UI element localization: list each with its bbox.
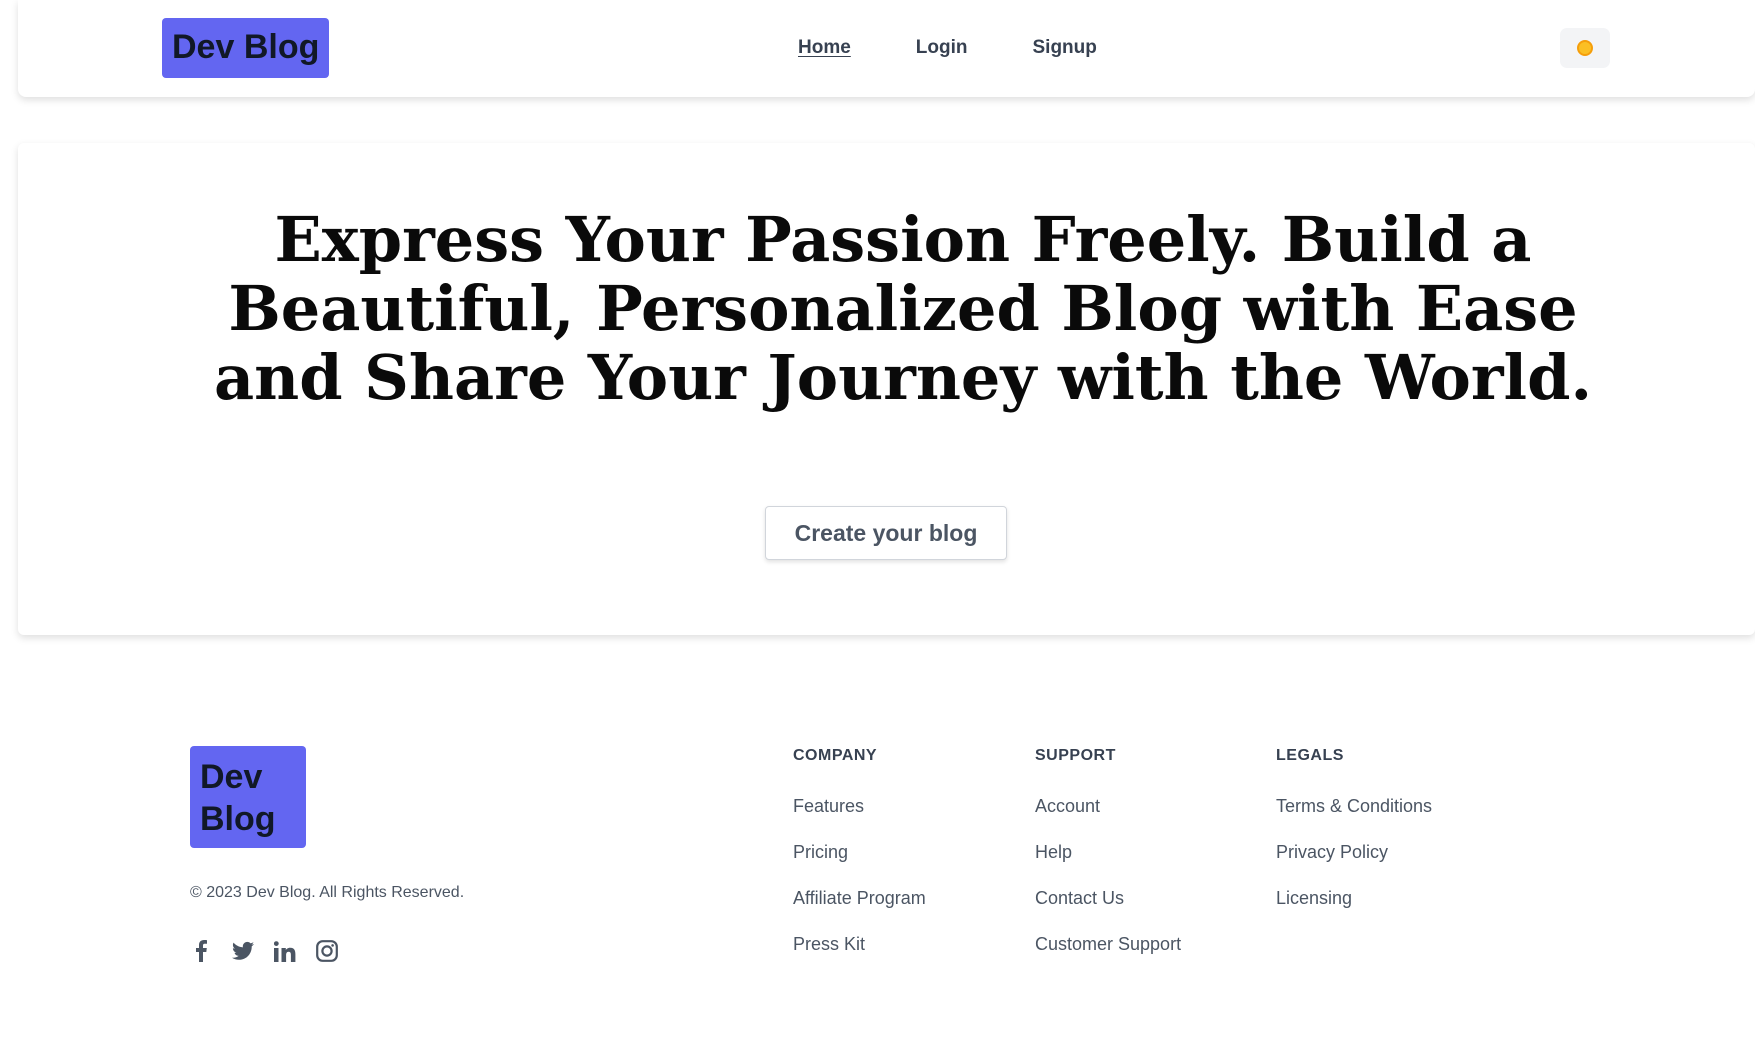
social-links <box>190 940 338 962</box>
footer-logo[interactable]: Dev Blog <box>190 746 306 848</box>
footer-column-title: SUPPORT <box>1035 747 1116 764</box>
copyright-text: © 2023 Dev Blog. All Rights Reserved. <box>190 884 465 901</box>
footer-link-customer-support[interactable]: Customer Support <box>1035 933 1181 955</box>
footer-link-press-kit[interactable]: Press Kit <box>793 933 926 955</box>
main-nav: Home Login Signup <box>798 36 1162 60</box>
twitter-icon[interactable] <box>232 940 254 962</box>
footer-column-support: SUPPORT Account Help Contact Us Customer… <box>1035 745 1181 979</box>
theme-toggle-button[interactable] <box>1560 28 1610 68</box>
hero-section: Express Your Passion Freely. Build a Bea… <box>18 143 1755 635</box>
footer-link-affiliate-program[interactable]: Affiliate Program <box>793 887 926 909</box>
footer-link-terms[interactable]: Terms & Conditions <box>1276 795 1432 817</box>
footer-link-help[interactable]: Help <box>1035 841 1181 863</box>
header-logo[interactable]: Dev Blog <box>162 18 330 78</box>
footer-link-privacy-policy[interactable]: Privacy Policy <box>1276 841 1432 863</box>
footer-column-company: COMPANY Features Pricing Affiliate Progr… <box>793 745 926 979</box>
instagram-icon[interactable] <box>316 940 338 962</box>
footer-link-account[interactable]: Account <box>1035 795 1181 817</box>
footer-column-legals: LEGALS Terms & Conditions Privacy Policy… <box>1276 745 1432 933</box>
footer-link-contact-us[interactable]: Contact Us <box>1035 887 1181 909</box>
nav-link-login[interactable]: Login <box>916 36 968 60</box>
footer-column-title: COMPANY <box>793 747 878 764</box>
nav-link-home[interactable]: Home <box>798 36 851 60</box>
linkedin-icon[interactable] <box>274 940 296 962</box>
footer-link-features[interactable]: Features <box>793 795 926 817</box>
hero-headline: Express Your Passion Freely. Build a Bea… <box>213 203 1593 414</box>
footer-link-licensing[interactable]: Licensing <box>1276 887 1432 909</box>
site-header: Dev Blog Home Login Signup <box>18 0 1755 97</box>
create-blog-button[interactable]: Create your blog <box>765 506 1007 560</box>
footer-column-title: LEGALS <box>1276 747 1344 764</box>
facebook-icon[interactable] <box>190 940 212 962</box>
footer-link-pricing[interactable]: Pricing <box>793 841 926 863</box>
nav-link-signup[interactable]: Signup <box>1033 36 1097 60</box>
sun-icon <box>1577 40 1593 56</box>
